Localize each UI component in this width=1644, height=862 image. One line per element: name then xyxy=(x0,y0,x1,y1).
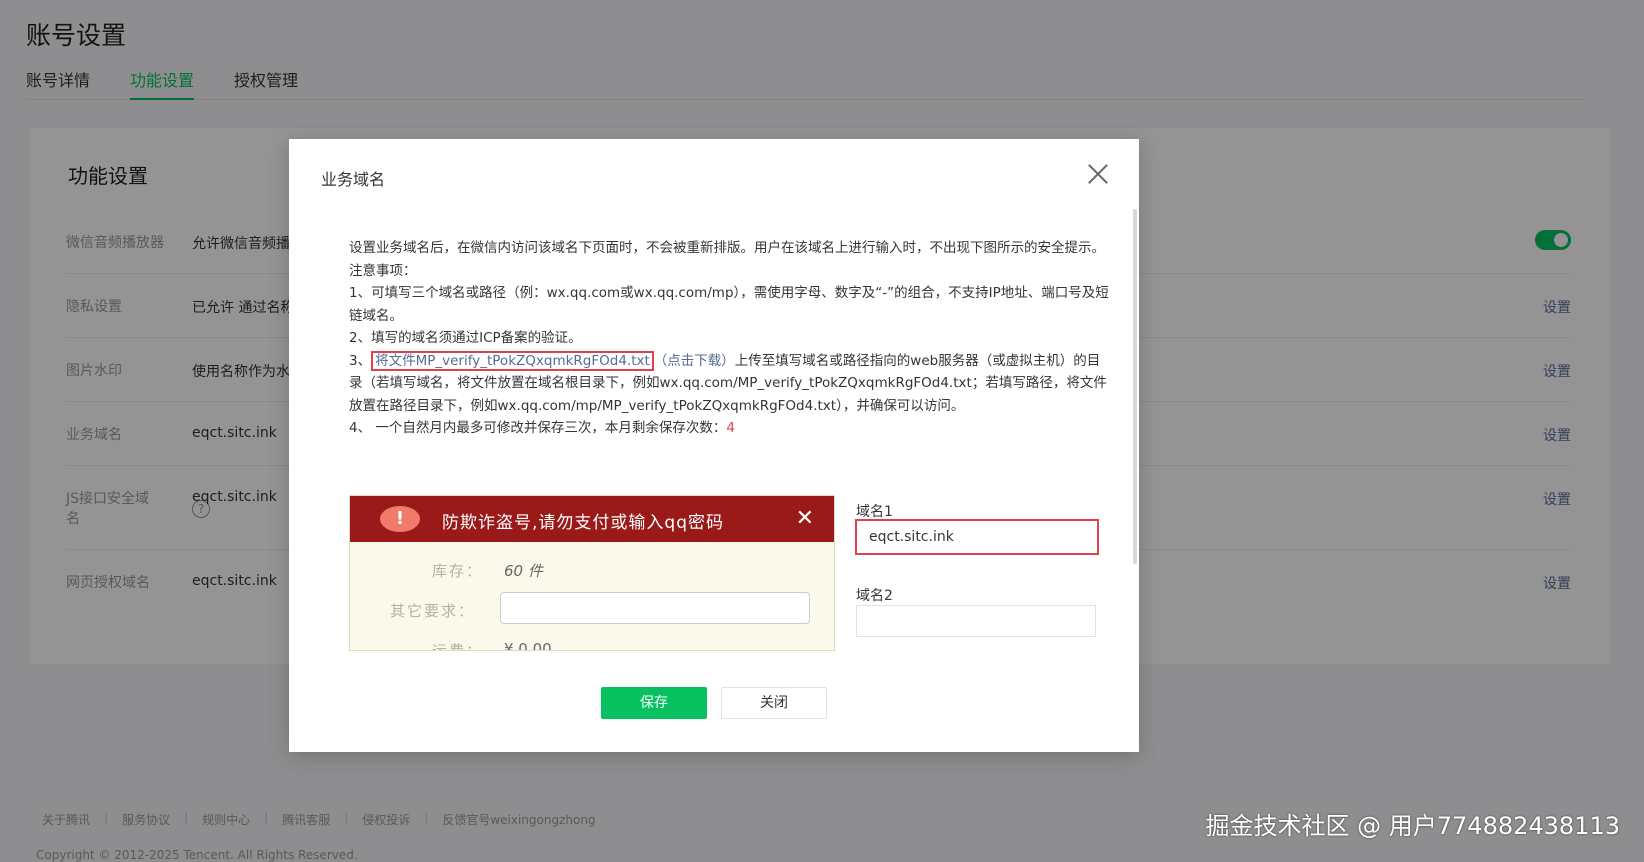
business-domain-dialog: 业务域名 设置业务域名后，在微信内访问该域名下页面时，不会被重新排版。用户在该域… xyxy=(289,139,1139,752)
notice-item-4: 4、 一个自然月内最多可修改并保存三次，本月剩余保存次数：4 xyxy=(349,417,1109,440)
close-button[interactable]: 关闭 xyxy=(721,687,827,719)
domain2-label: 域名2 xyxy=(856,588,893,604)
dialog-title: 业务域名 xyxy=(321,170,386,189)
security-warning-sample-image: ! 防欺诈盗号,请勿支付或输入qq密码 ✕ 库存： 60 件 其它要求： 运费：… xyxy=(349,495,835,651)
close-icon[interactable] xyxy=(1087,163,1109,185)
notice-item-2: 2、填写的域名须通过ICP备案的验证。 xyxy=(349,330,582,346)
domain1-input[interactable]: eqct.sitc.ink xyxy=(855,519,1099,555)
dialog-description: 设置业务域名后，在微信内访问该域名下页面时，不会被重新排版。用户在该域名上进行输… xyxy=(349,237,1109,440)
save-button[interactable]: 保存 xyxy=(601,687,707,719)
sample-other-label: 其它要求： xyxy=(390,602,476,620)
sample-stock-label: 库存： xyxy=(432,562,484,580)
notice-title: 注意事项： xyxy=(349,262,417,279)
notice-item-3: 3、 将文件MP_verify_tPokZQxqmkRgFOd4.txt （点击下载… xyxy=(349,350,1109,418)
verify-filename: 将文件MP_verify_tPokZQxqmkRgFOd4.txt xyxy=(371,350,654,371)
warning-bar: ! 防欺诈盗号,请勿支付或输入qq密码 ✕ xyxy=(350,496,834,542)
sample-fee-value: ¥ 0.00 xyxy=(504,640,552,651)
domain1-label: 域名1 xyxy=(856,504,893,520)
warning-close-icon: ✕ xyxy=(795,506,814,531)
remaining-count: 4 xyxy=(726,420,735,436)
item3-prefix: 3、 xyxy=(349,352,372,369)
desc-intro: 设置业务域名后，在微信内访问该域名下页面时，不会被重新排版。用户在该域名上进行输… xyxy=(349,240,1105,256)
watermark: 掘金技术社区 @ 用户774882438113 xyxy=(1205,812,1621,840)
warning-icon: ! xyxy=(380,506,420,532)
sample-other-input xyxy=(500,592,810,624)
dialog-scrollbar[interactable] xyxy=(1133,209,1137,564)
domain2-input[interactable] xyxy=(856,605,1096,637)
sample-stock-value: 60 件 xyxy=(504,562,543,580)
notice-item-1: 1、可填写三个域名或路径（例：wx.qq.com或wx.qq.com/mp），需… xyxy=(349,285,1109,324)
sample-fee-label: 运费： xyxy=(432,642,484,651)
warning-text: 防欺诈盗号,请勿支付或输入qq密码 xyxy=(442,513,724,533)
download-link[interactable]: （点击下载） xyxy=(654,353,735,369)
item4-text: 4、 一个自然月内最多可修改并保存三次，本月剩余保存次数： xyxy=(349,420,727,436)
